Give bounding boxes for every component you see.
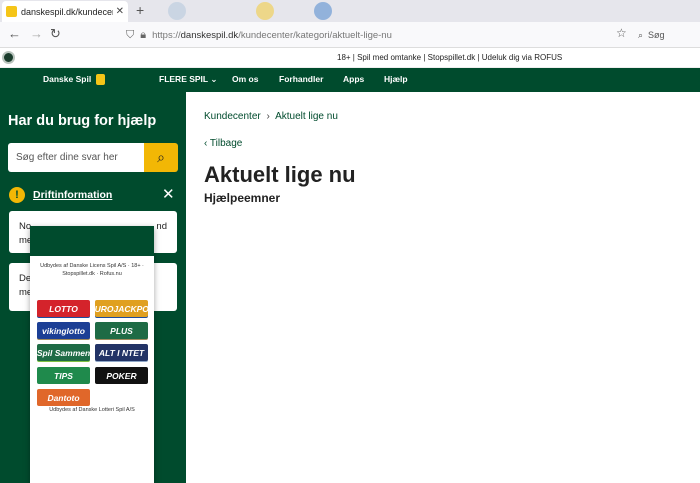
page-subtitle: Hjælpeemner — [204, 191, 281, 205]
breadcrumb-kundecenter[interactable]: Kundecenter — [204, 111, 261, 122]
url-path: /kundecenter/kategori/aktuelt-lige-nu — [238, 29, 392, 41]
game-logo-licens_games-8[interactable]: Dantoto — [37, 389, 90, 406]
browser-tab[interactable]: danskespil.dk/kundecenter/kategori/aktue… — [2, 1, 128, 22]
spillemyndigheden-logo-icon[interactable] — [2, 51, 15, 64]
back-arrow-icon[interactable]: ← — [8, 26, 21, 41]
responsible-gaming-strip: 18+ | Spil med omtanke | Stopspillet.dk … — [0, 48, 700, 68]
nav-item-hjaelp[interactable]: Hjælp — [384, 74, 408, 84]
panel-header — [30, 226, 154, 256]
drift-info-link[interactable]: Driftinformation — [33, 189, 112, 201]
lock-icon: 🔒︎ — [140, 28, 147, 41]
game-logo-licens_games-6[interactable]: TIPS — [37, 367, 90, 384]
game-logo-lotteri_games-2[interactable]: vikinglotto — [37, 322, 90, 339]
search-icon: ⌕ — [157, 149, 165, 165]
tab-bar: danskespil.dk/kundecenter/kategori/aktue… — [0, 0, 700, 22]
close-icon[interactable]: ✕ — [162, 185, 175, 203]
reload-icon[interactable]: ↻ — [50, 26, 61, 42]
licens-caption: Udbydes af Danske Licens Spil A/S · 18+ … — [40, 263, 144, 277]
breadcrumb: Kundecenter › Aktuelt lige nu — [204, 111, 338, 122]
nav-item-apps[interactable]: Apps — [343, 74, 364, 84]
nav-item-om-os[interactable]: Om os — [232, 74, 258, 84]
nav-item-forhandler[interactable]: Forhandler — [279, 74, 323, 84]
brand-name[interactable]: Danske Spil — [43, 74, 91, 84]
game-logo-lotteri_games-1[interactable]: EUROJACKPOT — [95, 300, 148, 317]
browser-toolbar: ← → ↻ ⛉ 🔒︎ https:// danskespil.dk /kunde… — [0, 22, 700, 48]
responsible-gaming-text[interactable]: 18+ | Spil med omtanke | Stopspillet.dk … — [337, 53, 562, 62]
tab-close-icon[interactable]: ✕ — [116, 6, 124, 17]
game-logo-lotteri_games-5[interactable]: ALT I NTET — [95, 344, 148, 361]
background-logo-icon — [168, 2, 186, 20]
url-prefix: https:// — [152, 29, 181, 41]
browser-search-box[interactable]: ⌕ Søg — [638, 25, 696, 45]
breadcrumb-separator: › — [266, 111, 270, 122]
address-bar[interactable]: ⛉ 🔒︎ https:// danskespil.dk /kundecenter… — [126, 25, 636, 45]
search-icon: ⌕ — [638, 29, 644, 40]
main-navigation: Danske Spil FLERE SPIL ⌄ Om os Forhandle… — [0, 68, 700, 92]
help-title: Har du brug for hjælp — [8, 113, 157, 129]
breadcrumb-current[interactable]: Aktuelt lige nu — [275, 111, 338, 122]
forward-arrow-icon[interactable]: → — [30, 26, 43, 41]
game-logo-lotteri_games-0[interactable]: LOTTO — [37, 300, 90, 317]
back-link[interactable]: ‹ Tilbage — [204, 138, 242, 149]
help-search-input[interactable]: Søg efter dine svar her — [8, 143, 144, 172]
lotteri-caption: Udbydes af Danske Lotteri Spil A/S — [49, 407, 135, 413]
shield-icon: ⛉ — [126, 28, 135, 41]
url-host: danskespil.dk — [180, 29, 239, 41]
danskespil-favicon-icon — [6, 6, 17, 17]
brand-logo-icon[interactable] — [96, 74, 105, 85]
background-coin-icon — [256, 2, 274, 20]
games-dropdown-panel: Udbydes af Danske Licens Spil A/S · 18+ … — [30, 226, 154, 483]
warning-icon: ! — [9, 187, 25, 203]
background-edge-icon — [314, 2, 332, 20]
browser-search-label: Søg — [648, 30, 665, 40]
page-title: Aktuelt lige nu — [204, 162, 356, 187]
main-content: Kundecenter › Aktuelt lige nu ‹ Tilbage … — [186, 92, 700, 483]
bookmark-star-icon[interactable]: ☆ — [616, 26, 627, 40]
tab-title: danskespil.dk/kundecenter/kategori/aktue… — [21, 6, 113, 17]
new-tab-button[interactable]: + — [136, 2, 144, 18]
help-search-button[interactable]: ⌕ — [144, 143, 178, 172]
game-logo-lotteri_games-3[interactable]: PLUS — [95, 322, 148, 339]
game-logo-licens_games-7[interactable]: POKER — [95, 367, 148, 384]
game-logo-lotteri_games-4[interactable]: Spil Sammen — [37, 344, 90, 361]
card-text: nd — [156, 221, 167, 232]
nav-item-flere-spil[interactable]: FLERE SPIL ⌄ — [159, 74, 217, 85]
